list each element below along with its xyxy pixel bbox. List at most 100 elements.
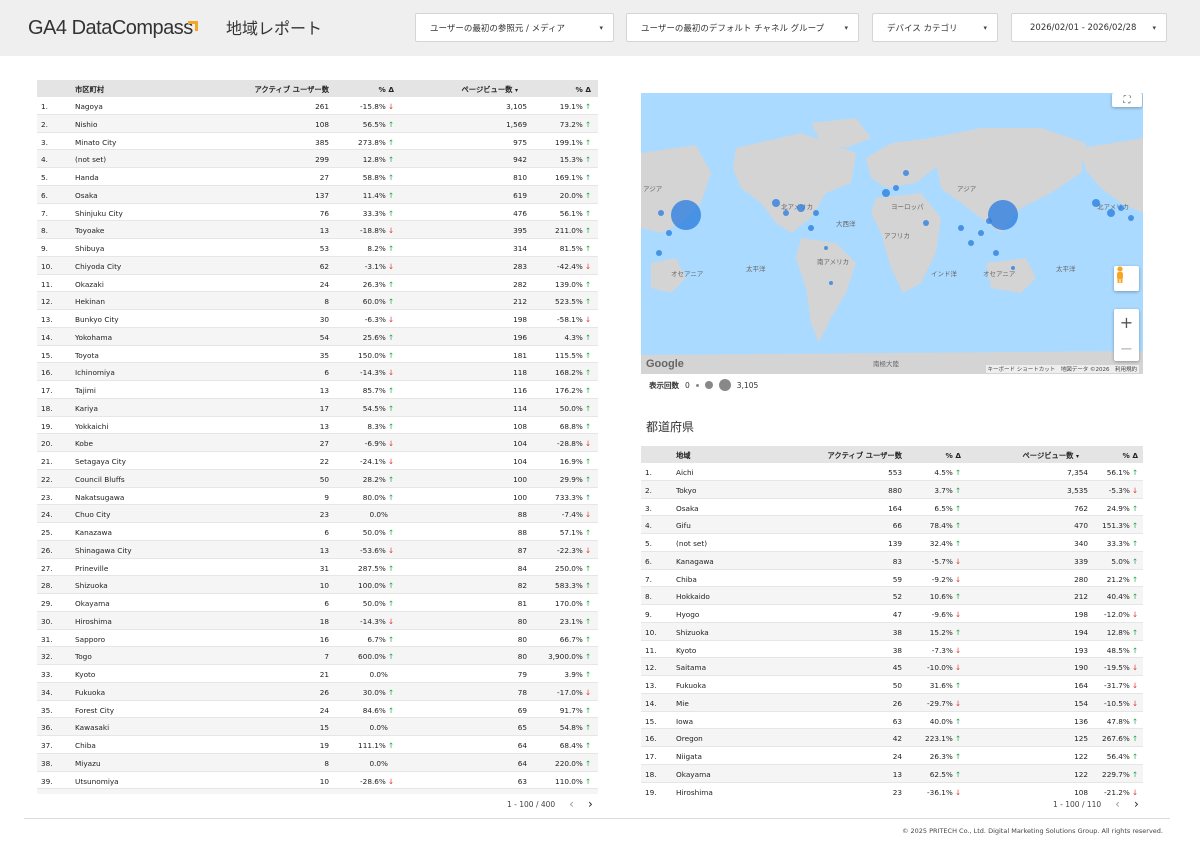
table-row[interactable]: 14. Yokohama 54 25.6% ↑ 196 4.3% ↑	[37, 327, 598, 346]
table-row[interactable]: 25. Kanazawa 6 50.0% ↑ 88 57.1% ↑	[37, 523, 598, 541]
table-row[interactable]: 15. Toyota 35 150.0% ↑ 181 115.5% ↑	[37, 346, 598, 364]
table-row[interactable]: 24. Chuo City 23 0.0% 88 -7.4% ↓	[37, 505, 598, 523]
table-row[interactable]: 18. Kariya 17 54.5% ↑ 114 50.0% ↑	[37, 398, 598, 417]
table-row[interactable]: 3. Osaka 164 6.5% ↑ 762 24.9% ↑	[641, 499, 1143, 517]
table-row[interactable]: 27. Prineville 31 287.5% ↑ 84 250.0% ↑	[37, 559, 598, 577]
row-views-delta: 170.0% ↑	[555, 599, 591, 608]
table-row[interactable]: 10. Shizuoka 38 15.2% ↑ 194 12.8% ↑	[641, 622, 1143, 641]
table-row[interactable]: 3. Minato City 385 273.8% ↑ 975 199.1% ↑	[37, 133, 598, 151]
table-row[interactable]: 19. Yokkaichi 13 8.3% ↑ 108 68.8% ↑	[37, 417, 598, 435]
table-row[interactable]: 17. Tajimi 13 85.7% ↑ 116 176.2% ↑	[37, 381, 598, 399]
table-row[interactable]: 23. Nakatsugawa 9 80.0% ↑ 100 733.3% ↑	[37, 488, 598, 506]
table-row[interactable]: 15. Iowa 63 40.0% ↑ 136 47.8% ↑	[641, 712, 1143, 730]
table-row[interactable]: 37. Chiba 19 111.1% ↑ 64 68.4% ↑	[37, 736, 598, 754]
table-row[interactable]: 18. Okayama 13 62.5% ↑ 122 229.7% ↑	[641, 764, 1143, 783]
table-row[interactable]: 5. (not set) 139 32.4% ↑ 340 33.3% ↑	[641, 534, 1143, 552]
table-row[interactable]: 31. Sapporo 16 6.7% ↑ 80 66.7% ↑	[37, 630, 598, 648]
world-map[interactable]: アジア 北アメリカ オセアニア 南アメリカ 大西洋 ヨーロッパ アフリカ アジア…	[641, 93, 1143, 374]
col-city[interactable]: 市区町村	[75, 85, 104, 95]
table-row[interactable]: 1. Aichi 553 4.5% ↑ 7,354 56.1% ↑	[641, 463, 1143, 481]
row-pageviews: 100	[513, 474, 527, 484]
next-page-icon[interactable]: ›	[588, 797, 593, 811]
table-row[interactable]: 11. Kyoto 38 -7.3% ↓ 193 48.5% ↑	[641, 641, 1143, 659]
col-pageviews[interactable]: ページビュー数 ▾	[1023, 451, 1080, 461]
date-range-picker[interactable]: 2026/02/01 - 2026/02/28 ▾	[1011, 13, 1167, 42]
filter-device-category[interactable]: デバイス カテゴリ ▾	[872, 13, 998, 42]
table-row[interactable]: 33. Kyoto 21 0.0% 79 3.9% ↑	[37, 665, 598, 683]
table-row[interactable]: 32. Togo 7 600.0% ↑ 80 3,900.0% ↑	[37, 647, 598, 665]
delta-value: 583.3%	[555, 581, 583, 591]
fullscreen-button[interactable]: ⛶	[1112, 93, 1142, 107]
table-row[interactable]: 11. Okazaki 24 26.3% ↑ 282 139.0% ↑	[37, 275, 598, 293]
row-index: 29.	[41, 599, 53, 608]
table-row[interactable]: 16. Oregon 42 223.1% ↑ 125 267.6% ↑	[641, 729, 1143, 747]
table-row[interactable]: 38. Miyazu 8 0.0% 64 220.0% ↑	[37, 753, 598, 772]
table-row[interactable]: 26. Shinagawa City 13 -53.6% ↓ 87 -22.3% ↓	[37, 540, 598, 559]
prev-page-icon[interactable]: ‹	[569, 797, 574, 811]
table-row[interactable]: 7. Shinjuku City 76 33.3% ↑ 476 56.1% ↑	[37, 204, 598, 222]
table-row[interactable]: 12. Saitama 45 -10.0% ↓ 190 -19.5% ↓	[641, 658, 1143, 676]
table-row[interactable]: 4. Gifu 66 78.4% ↑ 470 151.3% ↑	[641, 516, 1143, 534]
row-users: 15	[319, 723, 329, 733]
table-row[interactable]: 17. Niigata 24 26.3% ↑ 122 56.4% ↑	[641, 747, 1143, 765]
table-row[interactable]: 30. Hiroshima 18 -14.3% ↓ 80 23.1% ↑	[37, 611, 598, 630]
col-views-delta[interactable]: % Δ	[1123, 451, 1139, 460]
row-users: 27	[319, 173, 329, 182]
table-row[interactable]: 9. Shibuya 53 8.2% ↑ 314 81.5% ↑	[37, 239, 598, 257]
col-active-users[interactable]: アクティブ ユーザー数	[827, 451, 902, 461]
table-row[interactable]: 2. Tokyo 880 3.7% ↑ 3,535 -5.3% ↓	[641, 480, 1143, 499]
table-row[interactable]: 13. Bunkyo City 30 -6.3% ↓ 198 -58.1% ↓	[37, 310, 598, 328]
delta-value: 84.6%	[362, 705, 386, 715]
col-pageviews[interactable]: ページビュー数 ▾	[462, 85, 519, 95]
table-row[interactable]: 19. Hiroshima 23 -36.1% ↓ 108 -21.2% ↓	[641, 783, 1143, 797]
table-row[interactable]: 39. Utsunomiya 10 -28.6% ↓ 63 110.0% ↑	[37, 772, 598, 790]
table-row[interactable]: 12. Hekinan 8 60.0% ↑ 212 523.5% ↑	[37, 292, 598, 310]
table-row[interactable]: 5. Handa 27 58.8% ↑ 810 169.1% ↑	[37, 168, 598, 186]
table-row[interactable]: 6. Osaka 137 11.4% ↑ 619 20.0% ↑	[37, 185, 598, 204]
table-row[interactable]: 16. Ichinomiya 6 -14.3% ↓ 118 168.2% ↑	[37, 363, 598, 381]
table-row[interactable]: 20. Kobe 27 -6.9% ↓ 104 -28.8% ↓	[37, 434, 598, 452]
table-row[interactable]: 22. Council Bluffs 50 28.2% ↑ 100 29.9% ↑	[37, 469, 598, 488]
table-row[interactable]: 13. Fukuoka 50 31.6% ↑ 164 -31.7% ↓	[641, 676, 1143, 694]
table-row[interactable]: 2. Nishio 108 56.5% ↑ 1,569 73.2% ↑	[37, 114, 598, 133]
table-row[interactable]: 28. Shizuoka 10 100.0% ↑ 82 583.3% ↑	[37, 576, 598, 594]
col-region[interactable]: 地域	[676, 451, 691, 461]
row-name: Nagoya	[75, 102, 103, 111]
filter-first-source-medium[interactable]: ユーザーの最初の参照元 / メディア ▾	[415, 13, 614, 42]
col-active-users[interactable]: アクティブ ユーザー数	[254, 85, 329, 95]
zoom-out-button[interactable]: −	[1120, 335, 1133, 361]
map-attribution[interactable]: キーボード ショートカット 地図データ ©2026 利用規約	[985, 365, 1139, 373]
row-users-delta: 25.6% ↑	[363, 333, 394, 342]
next-page-icon[interactable]: ›	[1134, 797, 1139, 811]
table-row[interactable]: 34. Fukuoka 26 30.0% ↑ 78 -17.0% ↓	[37, 682, 598, 701]
col-users-delta[interactable]: % Δ	[379, 85, 395, 94]
table-row[interactable]: 36. Kawasaki 15 0.0% 65 54.8% ↑	[37, 718, 598, 736]
street-view-pegman-icon[interactable]	[1114, 266, 1139, 291]
row-index: 30.	[41, 616, 53, 626]
table-row[interactable]: 1. Nagoya 261 -15.8% ↓ 3,105 19.1% ↑	[37, 97, 598, 115]
table-row[interactable]: 10. Chiyoda City 62 -3.1% ↓ 283 -42.4% ↓	[37, 256, 598, 275]
table-row[interactable]: 4. (not set) 299 12.8% ↑ 942 15.3% ↑	[37, 150, 598, 168]
delta-value: 168.2%	[555, 368, 583, 378]
table-row[interactable]: 21. Setagaya City 22 -24.1% ↓ 104 16.9% ↑	[37, 452, 598, 470]
arrow-up-icon: ↑	[387, 403, 394, 413]
col-views-delta[interactable]: % Δ	[576, 85, 592, 94]
table-row[interactable]: 9. Hyogo 47 -9.6% ↓ 198 -12.0% ↓	[641, 605, 1143, 623]
table-row[interactable]: 35. Forest City 24 84.6% ↑ 69 91.7% ↑	[37, 701, 598, 719]
caret-down-icon: ▾	[844, 23, 848, 32]
zoom-in-button[interactable]: +	[1120, 309, 1133, 335]
table-row[interactable]: 14. Mie 26 -29.7% ↓ 154 -10.5% ↓	[641, 693, 1143, 712]
table-row[interactable]: 29. Okayama 6 50.0% ↑ 81 170.0% ↑	[37, 594, 598, 612]
city-table: 市区町村 アクティブ ユーザー数 % Δ ページビュー数 ▾ % Δ 1. Nag…	[37, 80, 598, 794]
table-row[interactable]: 8. Toyoake 13 -18.8% ↓ 395 211.0% ↑	[37, 221, 598, 239]
table-row[interactable]: 8. Hokkaido 52 10.6% ↑ 212 40.4% ↑	[641, 587, 1143, 605]
table-row[interactable]: 7. Chiba 59 -9.2% ↓ 280 21.2% ↑	[641, 570, 1143, 588]
row-views-delta: -58.1% ↓	[557, 315, 591, 324]
filter-first-channel-group[interactable]: ユーザーの最初のデフォルト チャネル グループ ▾	[626, 13, 859, 42]
row-pageviews: 619	[513, 190, 527, 200]
table-row[interactable]: 6. Kanagawa 83 -5.7% ↓ 339 5.0% ↑	[641, 551, 1143, 570]
row-index: 16.	[41, 368, 53, 378]
col-users-delta[interactable]: % Δ	[946, 451, 962, 460]
table-row[interactable]: 40.Gifu14133.3%↑60130.8%↑	[37, 789, 598, 794]
prev-page-icon[interactable]: ‹	[1115, 797, 1120, 811]
